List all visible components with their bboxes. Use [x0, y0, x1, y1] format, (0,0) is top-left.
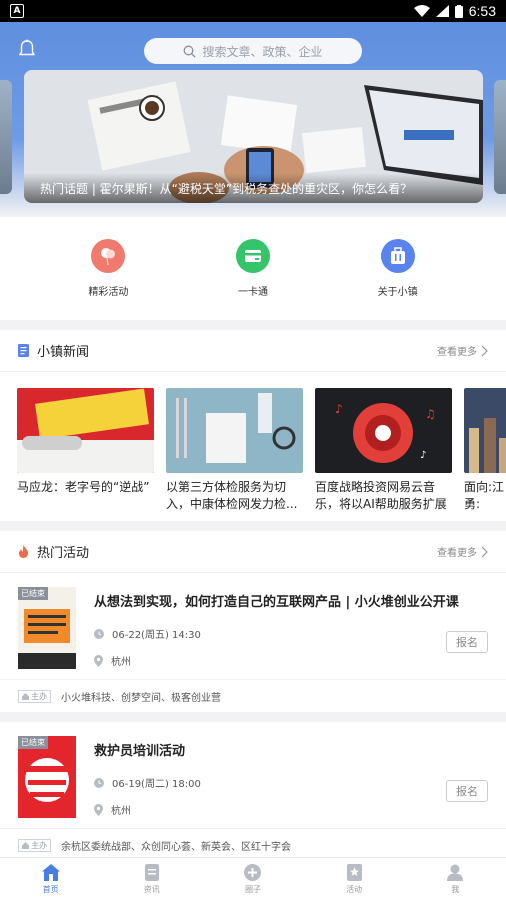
- status-bar: A 6:53: [0, 0, 506, 22]
- news-card[interactable]: 面向:江勇:: [464, 388, 506, 511]
- news-more-link[interactable]: 查看更多: [437, 343, 488, 358]
- tab-home[interactable]: 首页: [21, 863, 81, 895]
- news-image: ♪ ♫ ♪: [315, 388, 452, 473]
- status-badge: 已结束: [18, 587, 48, 600]
- event-poster: 已结束: [18, 587, 76, 669]
- bottom-tab-bar: 首页 资讯 圈子 活动 我: [0, 857, 506, 900]
- location-text: 杭州: [111, 806, 131, 817]
- news-section: 小镇新闻 查看更多 马应龙：老字号的“逆战” 以第三方体检服务为切入，中康体检网…: [0, 330, 506, 521]
- event-location: 杭州: [94, 653, 488, 668]
- clock-icon: [94, 777, 104, 788]
- quick-link-card[interactable]: 一卡通: [213, 239, 293, 298]
- events-more-link[interactable]: 查看更多: [437, 544, 488, 559]
- event-hosts: 主办 小火堆科技、创梦空间、极客创业营: [0, 680, 506, 712]
- location-pin-icon: [94, 654, 103, 667]
- status-badge: 已结束: [18, 736, 48, 749]
- more-label: 查看更多: [437, 548, 477, 559]
- quick-links: 精彩活动 一卡通 关于小镇: [0, 217, 506, 320]
- svg-text:♪: ♪: [420, 450, 426, 461]
- carousel-prev-peek[interactable]: [0, 80, 12, 194]
- quick-link-label: 一卡通: [237, 287, 268, 298]
- event-location: 杭州: [94, 802, 488, 817]
- event-datetime: 06-19(周二) 18:00: [94, 775, 488, 790]
- hero-header: 搜索文章、政策、企业 热门话题 | 霍尔果斯！从“避税天堂”到税务查处的重灾区，…: [0, 22, 506, 217]
- notification-a-icon: A: [10, 4, 24, 18]
- quick-link-activities[interactable]: 精彩活动: [68, 239, 148, 298]
- home-icon: [41, 863, 60, 881]
- banner-carousel[interactable]: 热门话题 | 霍尔果斯！从“避税天堂”到税务查处的重灾区，你怎么看？: [24, 70, 483, 203]
- datetime-text: 06-22(周五) 14:30: [112, 630, 201, 641]
- host-tag: 主办: [18, 838, 51, 852]
- host-tag: 主办: [18, 689, 51, 703]
- balloon-icon: [91, 239, 126, 273]
- events-section-header: 热门活动 查看更多: [0, 531, 506, 573]
- events-section-continued: 已结束 救护员培训活动 06-19(周二) 18:00 杭州 报名 主办 余杭区…: [0, 722, 506, 861]
- events-section: 热门活动 查看更多 已结束 从想法到实现，如何打造自己的互联网产品 | 小火堆创…: [0, 531, 506, 712]
- news-icon: [144, 863, 159, 881]
- more-label: 查看更多: [437, 347, 477, 358]
- news-card[interactable]: 马应龙：老字号的“逆战”: [17, 388, 154, 511]
- news-title: 百度战略投资网易云音乐，将以AI帮助服务扩展: [315, 480, 447, 511]
- news-image: [464, 388, 506, 473]
- home-small-icon: [22, 841, 29, 849]
- search-input[interactable]: 搜索文章、政策、企业: [144, 38, 362, 64]
- news-card[interactable]: ♪ ♫ ♪ 百度战略投资网易云音乐，将以AI帮助服务扩展: [315, 388, 452, 511]
- hosts-text: 余杭区委统战部、众创同心荟、新英会、区红十字会: [61, 841, 291, 853]
- search-icon: [184, 45, 196, 57]
- tab-circle[interactable]: 圈子: [223, 863, 283, 895]
- news-title: 以第三方体检服务为切入，中康体检网发力检...: [166, 480, 298, 511]
- battery-icon: [454, 4, 463, 18]
- banner-caption: 热门话题 | 霍尔果斯！从“避税天堂”到税务查处的重灾区，你怎么看？: [24, 173, 483, 203]
- event-poster: 已结束: [18, 736, 76, 818]
- svg-text:♫: ♫: [425, 407, 436, 421]
- event-card[interactable]: 已结束 救护员培训活动 06-19(周二) 18:00 杭州 报名: [0, 722, 506, 829]
- location-text: 杭州: [111, 657, 131, 668]
- hosts-text: 小火堆科技、创梦空间、极客创业营: [61, 692, 221, 704]
- chevron-right-icon: [481, 546, 488, 557]
- clock: 6:53: [468, 3, 496, 19]
- clock-icon: [94, 628, 104, 639]
- news-image: [166, 388, 303, 473]
- event-title: 从想法到实现，如何打造自己的互联网产品 | 小火堆创业公开课: [94, 595, 459, 610]
- event-datetime: 06-22(周五) 14:30: [94, 626, 488, 641]
- section-title: 热门活动: [37, 546, 90, 561]
- quick-link-about[interactable]: 关于小镇: [358, 239, 438, 298]
- quick-link-label: 关于小镇: [377, 287, 418, 298]
- news-card[interactable]: 以第三方体检服务为切入，中康体检网发力检...: [166, 388, 303, 511]
- event-title: 救护员培训活动: [94, 744, 186, 759]
- home-small-icon: [22, 692, 29, 700]
- circle-plus-icon: [244, 863, 262, 881]
- signal-icon: [435, 5, 449, 17]
- event-card[interactable]: 已结束 从想法到实现，如何打造自己的互联网产品 | 小火堆创业公开课 06-22…: [0, 573, 506, 680]
- tab-news[interactable]: 资讯: [122, 863, 182, 895]
- section-title: 小镇新闻: [37, 345, 90, 360]
- search-placeholder: 搜索文章、政策、企业: [202, 44, 323, 59]
- news-section-header: 小镇新闻 查看更多: [0, 330, 506, 372]
- signup-button[interactable]: 报名: [446, 631, 488, 653]
- news-title: 马应龙：老字号的“逆战”: [17, 480, 150, 494]
- document-icon: [18, 344, 29, 357]
- briefcase-icon: [380, 239, 415, 273]
- tab-activities[interactable]: 活动: [324, 863, 384, 895]
- wifi-icon: [413, 5, 430, 17]
- news-title: 面向:江勇:: [464, 480, 505, 511]
- star-bookmark-icon: [346, 863, 362, 881]
- card-icon: [235, 239, 270, 273]
- person-icon: [447, 864, 464, 881]
- fire-icon: [19, 545, 28, 558]
- quick-link-label: 精彩活动: [88, 287, 129, 298]
- bell-icon[interactable]: [16, 38, 38, 60]
- chevron-right-icon: [481, 345, 488, 356]
- signup-button[interactable]: 报名: [446, 780, 488, 802]
- datetime-text: 06-19(周二) 18:00: [112, 779, 201, 790]
- tab-me[interactable]: 我: [425, 864, 485, 895]
- news-image: [17, 388, 154, 473]
- svg-text:♪: ♪: [335, 402, 343, 416]
- location-pin-icon: [94, 803, 103, 816]
- news-list: 马应龙：老字号的“逆战” 以第三方体检服务为切入，中康体检网发力检... ♪ ♫ ♪…: [0, 372, 506, 521]
- carousel-next-peek[interactable]: [494, 80, 506, 194]
